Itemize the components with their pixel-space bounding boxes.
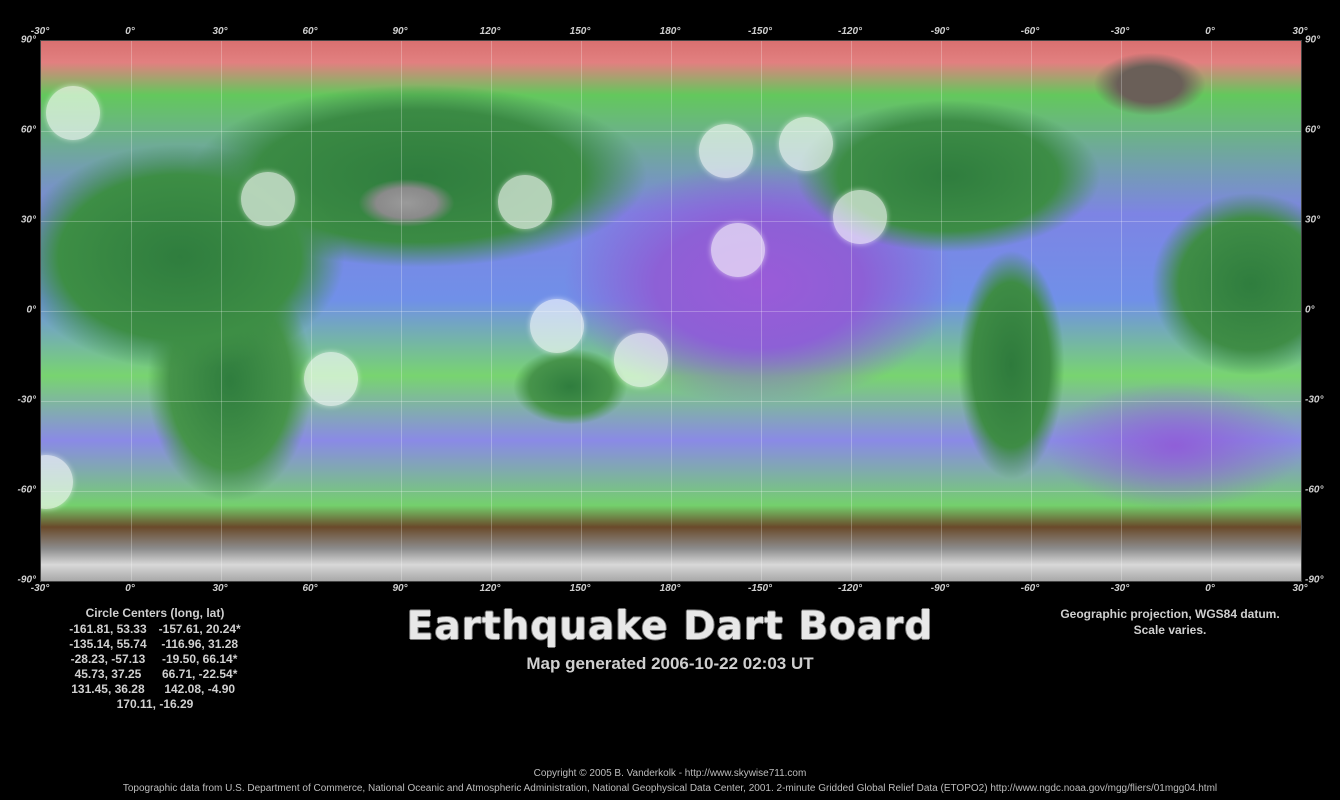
longitude-tick-label: -90° [930, 26, 950, 37]
projection-note: Geographic projection, WGS84 datum. Scal… [1030, 606, 1310, 638]
latitude-tick-label: -90° [1305, 574, 1324, 586]
world-relief-map [40, 40, 1302, 582]
longitude-tick-label: 150° [569, 583, 591, 594]
circle-centers-panel: Circle Centers (long, lat) -161.81, 53.3… [40, 606, 270, 712]
longitude-tick-label: 150° [569, 26, 591, 37]
latitude-tick-label: 30° [1305, 214, 1321, 226]
parallel-gridline [41, 131, 1301, 132]
table-row: -161.81, 53.33 -157.61, 20.24* [63, 622, 246, 637]
table-row: 131.45, 36.28 142.08, -4.90 [63, 682, 246, 697]
longitude-tick-label: 180° [659, 26, 681, 37]
longitude-tick-label: -60° [1020, 26, 1040, 37]
latitude-tick-label: -60° [1305, 484, 1324, 496]
longitude-tick-label: -90° [930, 583, 950, 594]
longitude-tick-label: -120° [837, 583, 863, 594]
table-row: -135.14, 55.74 -116.96, 31.28 [63, 637, 246, 652]
list-item: -19.50, 66.14* [161, 652, 238, 666]
longitude-tick-label: 30° [212, 583, 228, 594]
longitude-tick-label: 60° [302, 583, 318, 594]
dart-circle-marker [304, 351, 359, 406]
longitude-tick-label: 90° [392, 583, 408, 594]
table-row: -28.23, -57.13 -19.50, 66.14* [63, 652, 246, 667]
longitude-tick-label: 0° [125, 26, 135, 37]
circle-centers-heading: Circle Centers (long, lat) [85, 606, 225, 620]
dart-circle-marker [45, 85, 100, 140]
list-item: -28.23, -57.13 [70, 652, 146, 666]
dart-circle-marker [530, 298, 585, 353]
list-item: -135.14, 55.74 [69, 637, 147, 651]
latitude-tick-label: -30° [17, 394, 36, 406]
circle-centers-table: -161.81, 53.33 -157.61, 20.24* -135.14, 5… [63, 622, 246, 712]
parallel-gridline [41, 401, 1301, 402]
parallel-gridline [41, 311, 1301, 312]
latitude-tick-label: 0° [26, 304, 36, 316]
dart-circle-marker [833, 190, 888, 245]
longitude-tick-label: 0° [125, 583, 135, 594]
longitude-tick-label: 30° [212, 26, 228, 37]
latitude-tick-label: 60° [20, 124, 36, 136]
longitude-tick-label: -30° [1110, 26, 1130, 37]
list-item: -157.61, 20.24* [158, 622, 241, 636]
parallel-gridline [41, 491, 1301, 492]
page-title: Earthquake Dart Board [406, 604, 934, 649]
table-row: 45.73, 37.25 66.71, -22.54* [63, 667, 246, 682]
latitude-tick-label: 30° [20, 214, 36, 226]
longitude-tick-label: 0° [1205, 26, 1215, 37]
dart-circle-marker [41, 455, 74, 510]
longitude-tick-label: -60° [1020, 583, 1040, 594]
latitude-tick-label: 90° [20, 34, 36, 46]
dart-circle-marker [614, 332, 669, 387]
latitude-tick-label: 90° [1305, 34, 1321, 46]
parallel-gridline [41, 221, 1301, 222]
longitude-tick-label: 0° [1205, 583, 1215, 594]
list-item: 66.71, -22.54* [161, 667, 238, 681]
longitude-tick-label: 120° [479, 583, 501, 594]
list-item: 142.08, -4.90 [164, 682, 236, 696]
dart-circle-marker [778, 116, 833, 171]
longitude-tick-label: 90° [392, 26, 408, 37]
list-item: 170.11, -16.29 [116, 697, 194, 711]
longitude-tick-label: -30° [1110, 583, 1130, 594]
dart-circle-marker [711, 223, 766, 278]
longitude-tick-label: -150° [747, 583, 773, 594]
longitude-tick-label: 60° [302, 26, 318, 37]
dart-circle-marker [241, 172, 296, 227]
latitude-tick-label: 60° [1305, 124, 1321, 136]
dart-circle-marker [698, 124, 753, 178]
projection-line: Geographic projection, WGS84 datum. [1060, 607, 1280, 621]
list-item: -116.96, 31.28 [161, 637, 239, 651]
longitude-tick-label: 120° [479, 26, 501, 37]
list-item: -161.81, 53.33 [69, 622, 147, 636]
data-credits-text: Topographic data from U.S. Department of… [122, 783, 1218, 794]
table-row: 170.11, -16.29 [63, 697, 246, 712]
latitude-tick-label: -60° [17, 484, 36, 496]
latitude-tick-label: -90° [17, 574, 36, 586]
latitude-tick-label: -30° [1305, 394, 1324, 406]
list-item: 45.73, 37.25 [74, 667, 142, 681]
longitude-tick-label: -150° [747, 26, 773, 37]
map-generated-timestamp: Map generated 2006-10-22 02:03 UT [526, 654, 814, 673]
longitude-tick-label: -120° [837, 26, 863, 37]
scale-line: Scale varies. [1133, 623, 1207, 637]
latitude-tick-label: 0° [1305, 304, 1315, 316]
longitude-tick-label: 180° [659, 583, 681, 594]
copyright-text: Copyright © 2005 B. Vanderkolk - http://… [533, 768, 807, 779]
list-item: 131.45, 36.28 [71, 682, 145, 696]
